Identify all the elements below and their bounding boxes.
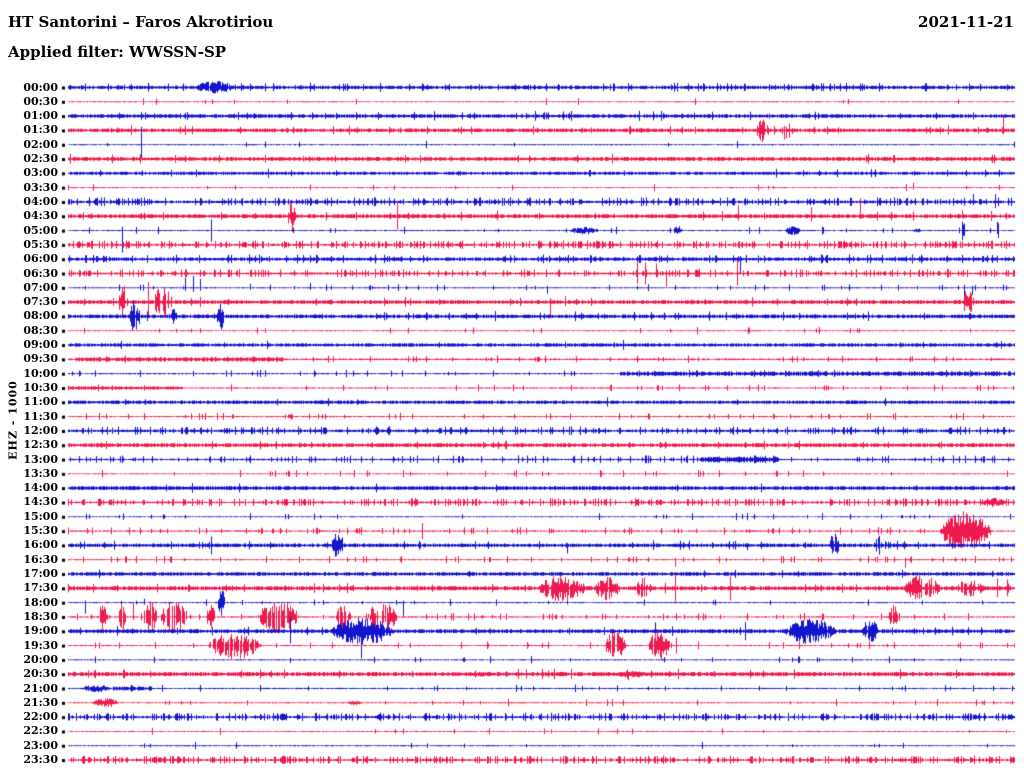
time-label-0100: 01:00 — [23, 109, 58, 123]
time-label-1600: 16:00 — [23, 538, 58, 552]
time-label-0730: 07:30 — [23, 295, 58, 309]
time-label-1830: 18:30 — [23, 609, 58, 623]
applied-filter-label: Applied filter: WWSSN-SP — [8, 43, 227, 61]
time-label-0130: 01:30 — [23, 123, 58, 137]
time-label-0430: 04:30 — [23, 209, 58, 223]
time-label-1400: 14:00 — [23, 481, 58, 495]
time-label-2200: 22:00 — [23, 710, 58, 724]
time-label-1730: 17:30 — [23, 581, 58, 595]
time-label-2000: 20:00 — [23, 652, 58, 666]
time-label-1330: 13:30 — [23, 466, 58, 480]
seismogram-canvas — [0, 0, 1024, 780]
time-label-1900: 19:00 — [23, 624, 58, 638]
helicorder-page: HT Santorini – Faros Akrotiriou 2021-11-… — [0, 0, 1024, 780]
time-label-0330: 03:30 — [23, 180, 58, 194]
time-label-0800: 08:00 — [23, 309, 58, 323]
station-title: HT Santorini – Faros Akrotiriou — [8, 13, 274, 31]
time-label-0230: 02:30 — [23, 152, 58, 166]
time-label-1630: 16:30 — [23, 552, 58, 566]
time-label-2130: 21:30 — [23, 695, 58, 709]
time-label-1230: 12:30 — [23, 438, 58, 452]
time-label-0000: 00:00 — [23, 80, 58, 94]
time-label-2230: 22:30 — [23, 724, 58, 738]
time-label-2300: 23:00 — [23, 738, 58, 752]
time-label-0200: 02:00 — [23, 137, 58, 151]
time-label-0030: 00:30 — [23, 94, 58, 108]
time-label-0930: 09:30 — [23, 352, 58, 366]
time-label-1800: 18:00 — [23, 595, 58, 609]
time-label-1500: 15:00 — [23, 509, 58, 523]
time-label-1930: 19:30 — [23, 638, 58, 652]
time-label-1700: 17:00 — [23, 567, 58, 581]
date-label: 2021-11-21 — [918, 13, 1014, 31]
time-label-1430: 14:30 — [23, 495, 58, 509]
time-label-2330: 23:30 — [23, 753, 58, 767]
time-label-1200: 12:00 — [23, 423, 58, 437]
time-label-2030: 20:30 — [23, 667, 58, 681]
time-label-0530: 05:30 — [23, 237, 58, 251]
time-label-0300: 03:00 — [23, 166, 58, 180]
time-label-2100: 21:00 — [23, 681, 58, 695]
time-label-0630: 06:30 — [23, 266, 58, 280]
time-label-1300: 13:00 — [23, 452, 58, 466]
time-label-0600: 06:00 — [23, 252, 58, 266]
time-label-1000: 10:00 — [23, 366, 58, 380]
time-label-0830: 08:30 — [23, 323, 58, 337]
time-label-0700: 07:00 — [23, 280, 58, 294]
time-label-0900: 09:00 — [23, 338, 58, 352]
time-label-1100: 11:00 — [23, 395, 58, 409]
time-label-0400: 04:00 — [23, 194, 58, 208]
time-label-1030: 10:30 — [23, 381, 58, 394]
time-label-1130: 11:30 — [23, 409, 58, 423]
time-label-1530: 15:30 — [23, 524, 58, 538]
time-label-0500: 05:00 — [23, 223, 58, 237]
